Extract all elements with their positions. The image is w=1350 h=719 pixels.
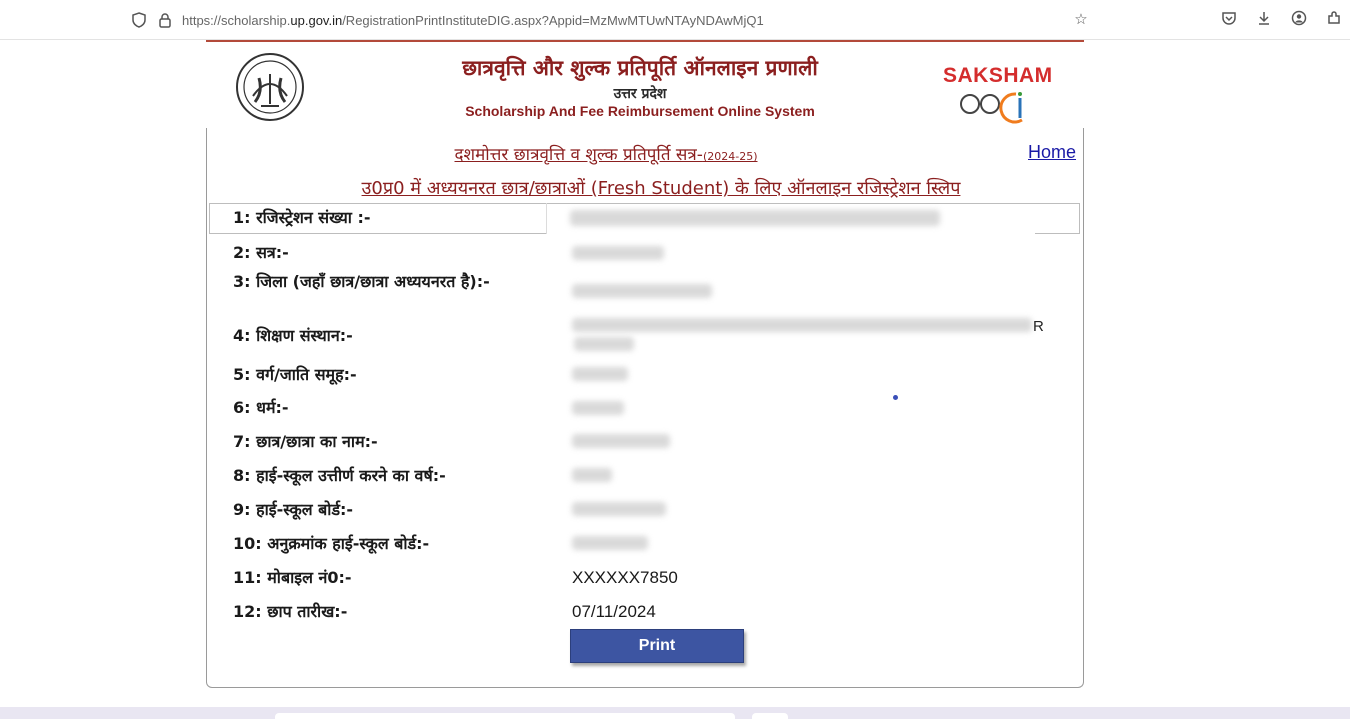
label-mobile: 11: मोबाइल नं0:- [233, 568, 352, 587]
label-category: 5: वर्ग/जाति समूह:- [233, 365, 357, 384]
extensions-icon[interactable] [1325, 10, 1343, 28]
label-highschool-year: 8: हाई-स्कूल उत्तीर्ण करने का वर्ष:- [233, 466, 446, 485]
stray-character: R [1033, 318, 1044, 335]
pocket-icon[interactable] [1220, 10, 1238, 28]
redacted-student-name [572, 434, 670, 448]
redacted-registration-number [570, 210, 940, 226]
page-frame [206, 40, 1084, 688]
redacted-religion [572, 401, 624, 415]
redacted-session [572, 246, 664, 260]
label-registration-number: 1: रजिस्ट्रेशन संख्या :- [233, 208, 371, 227]
redacted-highschool-board [572, 502, 666, 516]
label-print-date: 12: छाप तारीख:- [233, 602, 348, 621]
taskbar-item[interactable] [275, 713, 735, 719]
redacted-institution-line2 [574, 337, 634, 351]
taskbar-item[interactable] [752, 713, 788, 719]
label-session: 2: सत्र:- [233, 243, 289, 262]
redacted-highschool-year [572, 468, 612, 482]
portal-title-english: Scholarship And Fee Reimbursement Online… [465, 103, 815, 119]
row-border [209, 203, 1080, 204]
shield-icon[interactable] [131, 12, 147, 28]
redacted-district [572, 284, 712, 298]
cursor-dot [893, 395, 898, 400]
row-border [209, 203, 210, 234]
session-heading: दशमोत्तर छात्रवृत्ति व शुल्क प्रतिपूर्ति… [454, 145, 758, 165]
label-institution: 4: शिक्षण संस्थान:- [233, 326, 353, 345]
row-border [1035, 233, 1080, 234]
saksham-brand: SAKSHAM [943, 64, 1053, 87]
label-highschool-rollno: 10: अनुक्रमांक हाई-स्कूल बोर्ड:- [233, 534, 430, 553]
redacted-highschool-rollno [572, 536, 648, 550]
row-border [546, 203, 547, 234]
redacted-institution [572, 318, 1032, 332]
portal-header: छात्रवृत्ति और शुल्क प्रतिपूर्ति ऑनलाइन … [206, 40, 1084, 128]
url-security-icons [131, 12, 173, 28]
redacted-category [572, 367, 628, 381]
lock-icon[interactable] [157, 12, 173, 28]
swachh-bharat-digital-india-logo-icon [960, 92, 1023, 124]
address-bar[interactable]: https://scholarship.up.gov.in/Registrati… [182, 13, 764, 28]
label-religion: 6: धर्म:- [233, 398, 289, 417]
slip-title: उ0प्र0 में अध्ययनरत छात्र/छात्राओं (Fres… [361, 178, 961, 199]
label-district: 3: जिला (जहाँ छात्र/छात्रा अध्ययनरत है):… [233, 272, 490, 291]
value-print-date: 07/11/2024 [572, 602, 656, 621]
label-student-name: 7: छात्र/छात्रा का नाम:- [233, 432, 378, 451]
row-border [209, 233, 546, 234]
print-button[interactable]: Print [570, 629, 744, 663]
home-link[interactable]: Home [1028, 142, 1076, 163]
value-mobile: XXXXXX7850 [572, 568, 678, 587]
row-border [1079, 203, 1080, 234]
browser-toolbar: https://scholarship.up.gov.in/Registrati… [0, 0, 1350, 40]
account-icon[interactable] [1290, 10, 1308, 28]
label-highschool-board: 9: हाई-स्कूल बोर्ड:- [233, 500, 354, 519]
bookmark-star-icon[interactable]: ☆ [1072, 10, 1090, 28]
downloads-icon[interactable] [1255, 10, 1273, 28]
